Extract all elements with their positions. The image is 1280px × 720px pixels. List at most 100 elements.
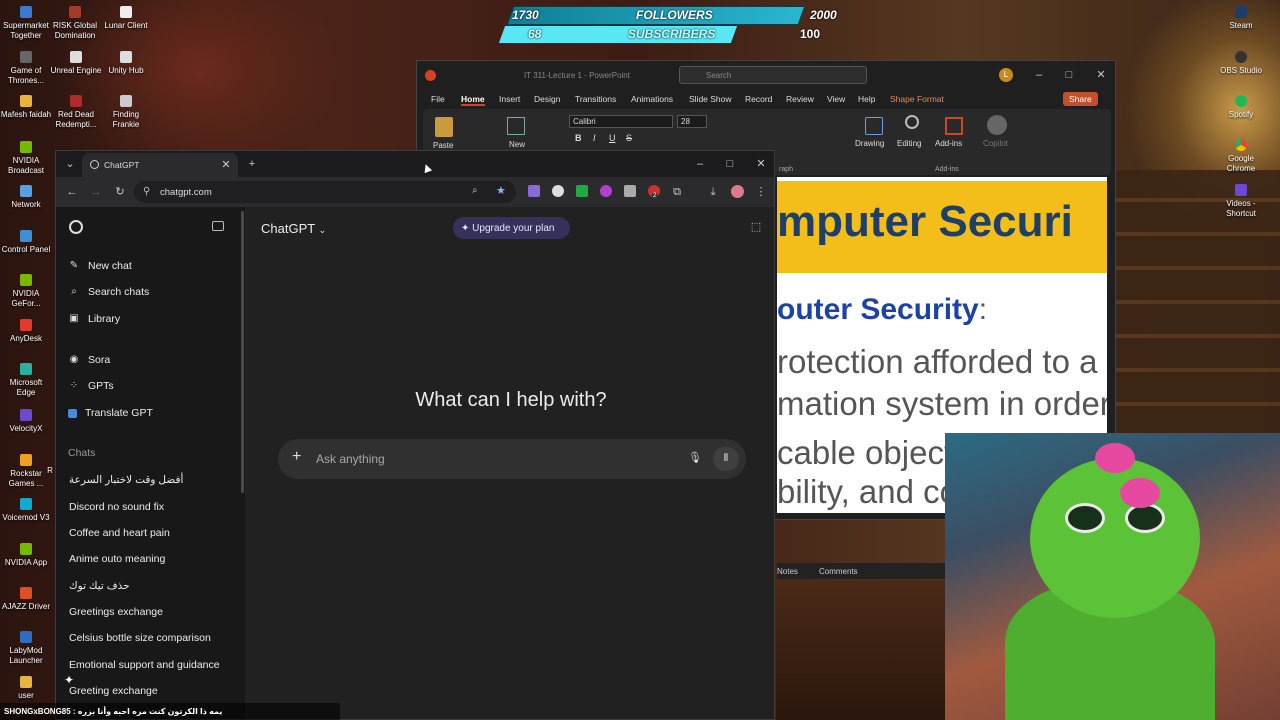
maximize-icon[interactable]: □ (722, 156, 738, 172)
chat-history-item[interactable]: Coffee and heart pain (69, 527, 170, 539)
menu-record[interactable]: Record (745, 94, 772, 104)
menu-slide-show[interactable]: Slide Show (689, 94, 732, 104)
extension-icon[interactable] (528, 185, 540, 197)
more-menu-icon[interactable]: ⋮ (753, 184, 769, 200)
new-chat-button[interactable]: ✎ New chat (68, 260, 132, 272)
desktop-icon-edge[interactable]: Microsoft Edge (0, 363, 52, 398)
search-chats-button[interactable]: ⌕ Search chats (68, 286, 149, 298)
menu-review[interactable]: Review (786, 94, 814, 104)
upgrade-plan-button[interactable]: ✦ Upgrade your plan (453, 217, 570, 239)
desktop-icon-labymod[interactable]: LabyMod Launcher (0, 631, 52, 666)
share-button[interactable]: Share (1063, 92, 1098, 106)
desktop-icon-chrome[interactable]: Google Chrome (1215, 139, 1267, 174)
underline-button[interactable]: U (609, 133, 616, 143)
chat-history-item[interactable]: Discord no sound fix (69, 501, 164, 513)
chat-history-item[interactable]: Anime outo meaning (69, 553, 165, 565)
extension-icon[interactable] (624, 185, 636, 197)
reload-icon[interactable]: ↻ (112, 184, 128, 200)
temporary-chat-icon[interactable]: ⬚ (748, 219, 764, 235)
bookmark-star-icon[interactable]: ★ (496, 184, 506, 197)
menu-view[interactable]: View (827, 94, 845, 104)
extension-icon[interactable] (600, 185, 612, 197)
model-selector[interactable]: ChatGPT ⌄ (261, 221, 326, 236)
minimize-icon[interactable]: – (1031, 67, 1047, 83)
desktop-icon-user[interactable]: user (0, 676, 52, 701)
profile-avatar[interactable] (731, 185, 744, 198)
ppt-search-input[interactable]: Search (679, 66, 867, 84)
minimize-icon[interactable]: – (692, 156, 708, 172)
tab-search-icon[interactable]: ⌄ (62, 156, 78, 172)
search-icon[interactable] (905, 115, 919, 129)
sora-button[interactable]: ◉ Sora (68, 354, 111, 366)
chat-history-item[interactable]: أفضل وقت لاختبار السرعة (69, 474, 183, 486)
desktop-icon-network[interactable]: Network (0, 185, 52, 210)
font-size-select[interactable]: 28 (677, 115, 707, 128)
drawing-icon[interactable] (865, 117, 883, 135)
maximize-icon[interactable]: □ (1061, 67, 1077, 83)
addins-icon[interactable] (945, 117, 963, 135)
italic-button[interactable]: I (593, 133, 596, 143)
desktop-icon-voicemod[interactable]: Voicemod V3 (0, 498, 52, 523)
menu-home[interactable]: Home (461, 94, 485, 106)
sparkle-icon[interactable]: ✦ (64, 673, 74, 687)
desktop-icon-rdr[interactable]: Red Dead Redempti... (50, 95, 102, 130)
zoom-icon[interactable]: ⌕ (472, 185, 478, 196)
desktop-icon-finding-frankie[interactable]: Finding Frankie (100, 95, 152, 130)
desktop-icon-lunar-client[interactable]: Lunar Client (100, 6, 152, 31)
desktop-icon-anydesk[interactable]: AnyDesk (0, 319, 52, 344)
desktop-icon-velocityx[interactable]: VelocityX (0, 409, 52, 434)
bold-button[interactable]: B (575, 133, 582, 143)
chat-history-item[interactable]: Celsius bottle size comparison (69, 632, 211, 644)
menu-file[interactable]: File (431, 94, 445, 104)
desktop-icon-unity[interactable]: Unity Hub (100, 51, 152, 76)
address-bar[interactable]: ⚲ chatgpt.com ⌕ ★ (134, 181, 516, 203)
forward-icon[interactable]: → (88, 184, 104, 200)
library-button[interactable]: ▣ Library (68, 313, 120, 325)
menu-design[interactable]: Design (534, 94, 560, 104)
new-tab-icon[interactable]: + (244, 156, 260, 172)
desktop-icon-nvidia-app[interactable]: NVIDIA App (0, 543, 52, 568)
avatar[interactable]: L (999, 68, 1013, 82)
desktop-icon-spotify[interactable]: Spotify (1215, 95, 1267, 120)
translate-gpt-button[interactable]: Translate GPT (68, 407, 153, 419)
strikethrough-button[interactable]: S (626, 133, 632, 143)
sidebar-scrollbar[interactable] (241, 211, 244, 493)
close-icon[interactable]: ✕ (1093, 67, 1109, 83)
desktop-icon-nvidia-broadcast[interactable]: NVIDIA Broadcast (0, 141, 52, 176)
prompt-composer[interactable]: + Ask anything 🎙 ⦀ (278, 439, 746, 479)
extension-icon[interactable] (576, 185, 588, 197)
download-icon[interactable]: ⤓ (705, 184, 721, 200)
font-family-select[interactable]: Calibri (569, 115, 673, 128)
chat-history-item[interactable]: حذف تيك توك (69, 580, 130, 592)
chat-history-item[interactable]: Greeting exchange (69, 685, 158, 697)
extension-icon[interactable] (552, 185, 564, 197)
close-icon[interactable]: ✕ (753, 156, 769, 172)
desktop-icon-unreal[interactable]: Unreal Engine (50, 51, 102, 76)
desktop-icon-steam[interactable]: Steam (1215, 6, 1267, 31)
desktop-icon-got[interactable]: Game of Thrones... (0, 51, 52, 86)
menu-help[interactable]: Help (858, 94, 875, 104)
menu-transitions[interactable]: Transitions (575, 94, 616, 104)
voice-mode-button[interactable]: ⦀ (713, 447, 739, 471)
desktop-icon-mafesh[interactable]: Mafesh faidah (0, 95, 52, 120)
back-icon[interactable]: ← (64, 184, 80, 200)
menu-shape-format[interactable]: Shape Format (890, 94, 944, 104)
plus-icon[interactable]: + (292, 448, 301, 466)
desktop-icon-supermarket[interactable]: Supermarket Together (0, 6, 52, 41)
chat-history-item[interactable]: Greetings exchange (69, 606, 163, 618)
chat-history-item[interactable]: Emotional support and guidance (69, 659, 220, 671)
desktop-icon-videos[interactable]: Videos - Shortcut (1215, 184, 1267, 219)
prompt-input[interactable]: Ask anything (316, 452, 385, 466)
openai-logo-icon[interactable] (69, 220, 83, 234)
tab-close-icon[interactable]: ✕ (218, 157, 234, 173)
desktop-icon-ajazz[interactable]: AJAZZ Driver (0, 587, 52, 612)
desktop-icon-obs[interactable]: OBS Studio (1215, 51, 1267, 76)
desktop-icon-geforce[interactable]: NVIDIA GeFor... (0, 274, 52, 309)
new-slide-icon[interactable] (507, 117, 525, 135)
paste-icon[interactable] (435, 117, 453, 137)
microphone-icon[interactable]: 🎙 (688, 451, 702, 464)
extensions-puzzle-icon[interactable]: ⧉ (669, 184, 685, 200)
desktop-icon-control-panel[interactable]: Control Panel (0, 230, 52, 255)
sidebar-toggle-icon[interactable] (212, 221, 224, 231)
menu-insert[interactable]: Insert (499, 94, 520, 104)
